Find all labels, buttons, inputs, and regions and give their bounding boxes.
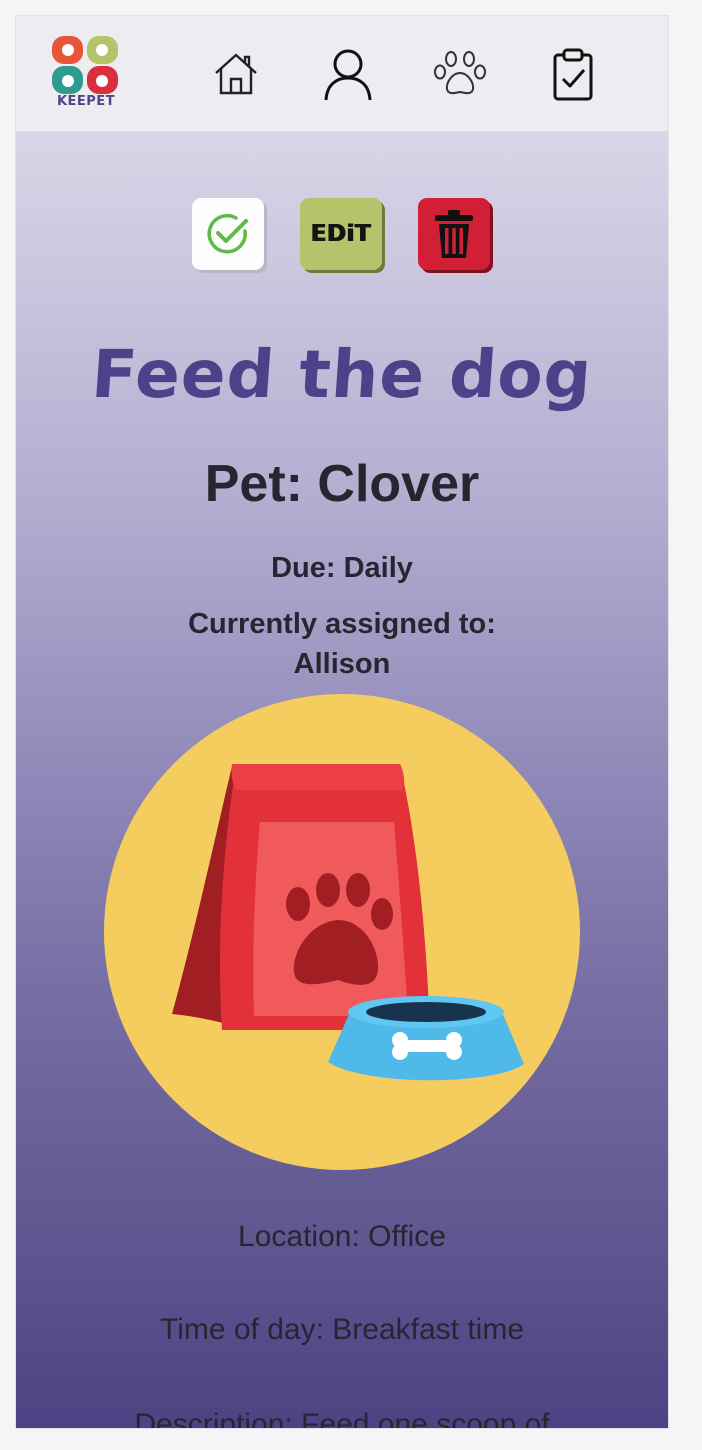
assigned-label: Currently assigned to: <box>188 608 496 640</box>
edit-task-button[interactable]: EDiT <box>300 198 382 270</box>
nav-tasks[interactable] <box>543 44 603 104</box>
task-location: Location: Office <box>238 1220 446 1253</box>
task-description: Description: Feed one scoop of <box>134 1408 550 1428</box>
task-title: Feed the dog <box>89 336 595 413</box>
task-assignee: Currently assigned to: Allison <box>16 604 668 684</box>
nav-pets[interactable] <box>430 44 490 104</box>
home-icon <box>215 53 257 95</box>
dog-food-bag-icon <box>104 694 580 1170</box>
task-time-of-day: Time of day: Breakfast time <box>159 1313 524 1346</box>
trash-icon <box>435 210 473 258</box>
nav-profile[interactable] <box>318 44 378 104</box>
keepet-logo[interactable]: KEEPET <box>50 34 122 114</box>
clipboard-check-icon <box>553 48 593 101</box>
assigned-name: Allison <box>293 648 391 680</box>
logo-mark-icon <box>52 36 118 94</box>
dog-food-illustration <box>104 694 580 1170</box>
paw-icon <box>434 51 486 95</box>
top-navbar: KEEPET <box>16 16 668 131</box>
user-icon <box>324 49 372 101</box>
edit-button-label: EDiT <box>310 221 372 247</box>
complete-task-button[interactable] <box>192 198 264 270</box>
check-circle-icon <box>207 213 248 254</box>
app-screen: KEEPET EDiT Feed the dog Pet: Clover Due… <box>16 16 668 1428</box>
nav-home[interactable] <box>206 44 266 104</box>
task-pet: Pet: Clover <box>204 455 480 513</box>
task-actions: EDiT <box>16 198 668 274</box>
task-due: Due: Daily <box>271 552 413 584</box>
delete-task-button[interactable] <box>418 198 490 270</box>
logo-text: KEEPET <box>56 94 116 109</box>
